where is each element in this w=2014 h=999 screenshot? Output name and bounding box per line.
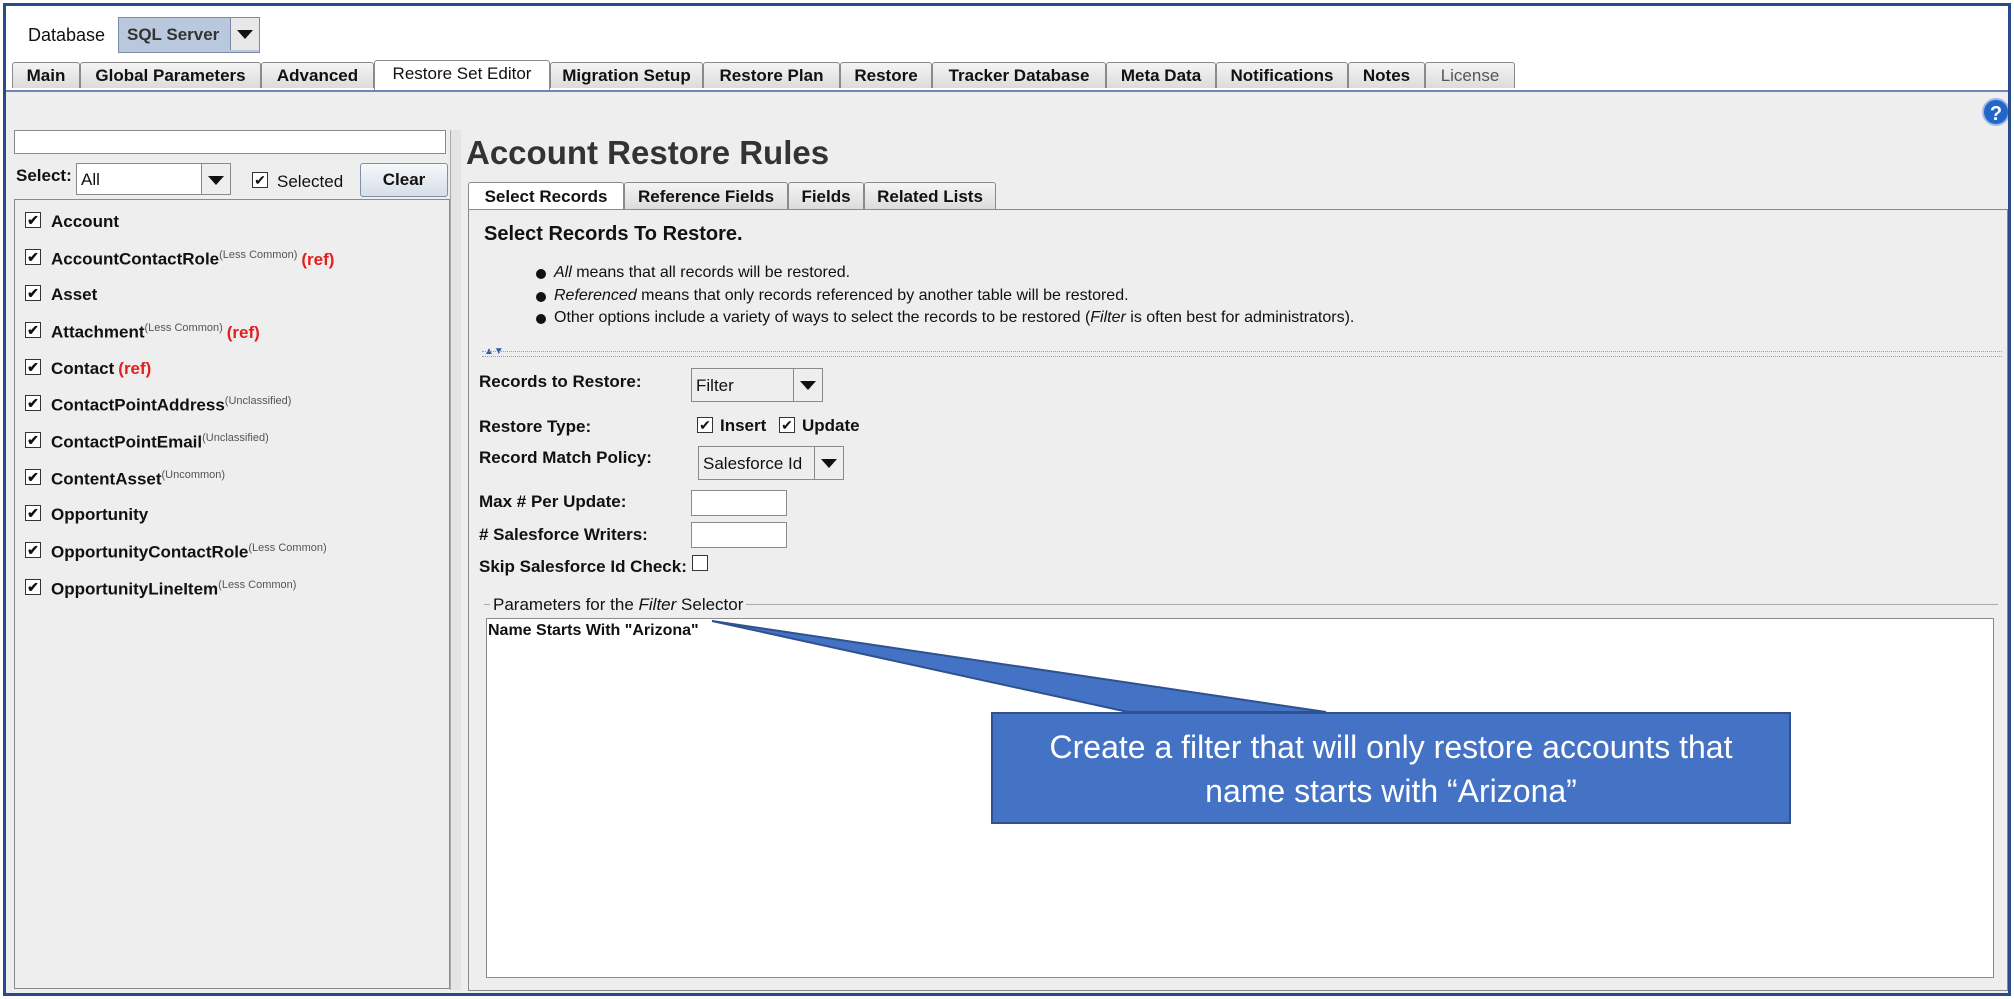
callout-line-2: name starts with “Arizona”	[1205, 773, 1577, 809]
app-window: Database SQL Server Main Global Paramete…	[6, 6, 2008, 993]
screenshot-frame: Database SQL Server Main Global Paramete…	[3, 3, 2011, 996]
callout-box: Create a filter that will only restore a…	[991, 712, 1791, 824]
callout-pointer	[711, 620, 1327, 713]
callout-line-1: Create a filter that will only restore a…	[1049, 729, 1733, 765]
